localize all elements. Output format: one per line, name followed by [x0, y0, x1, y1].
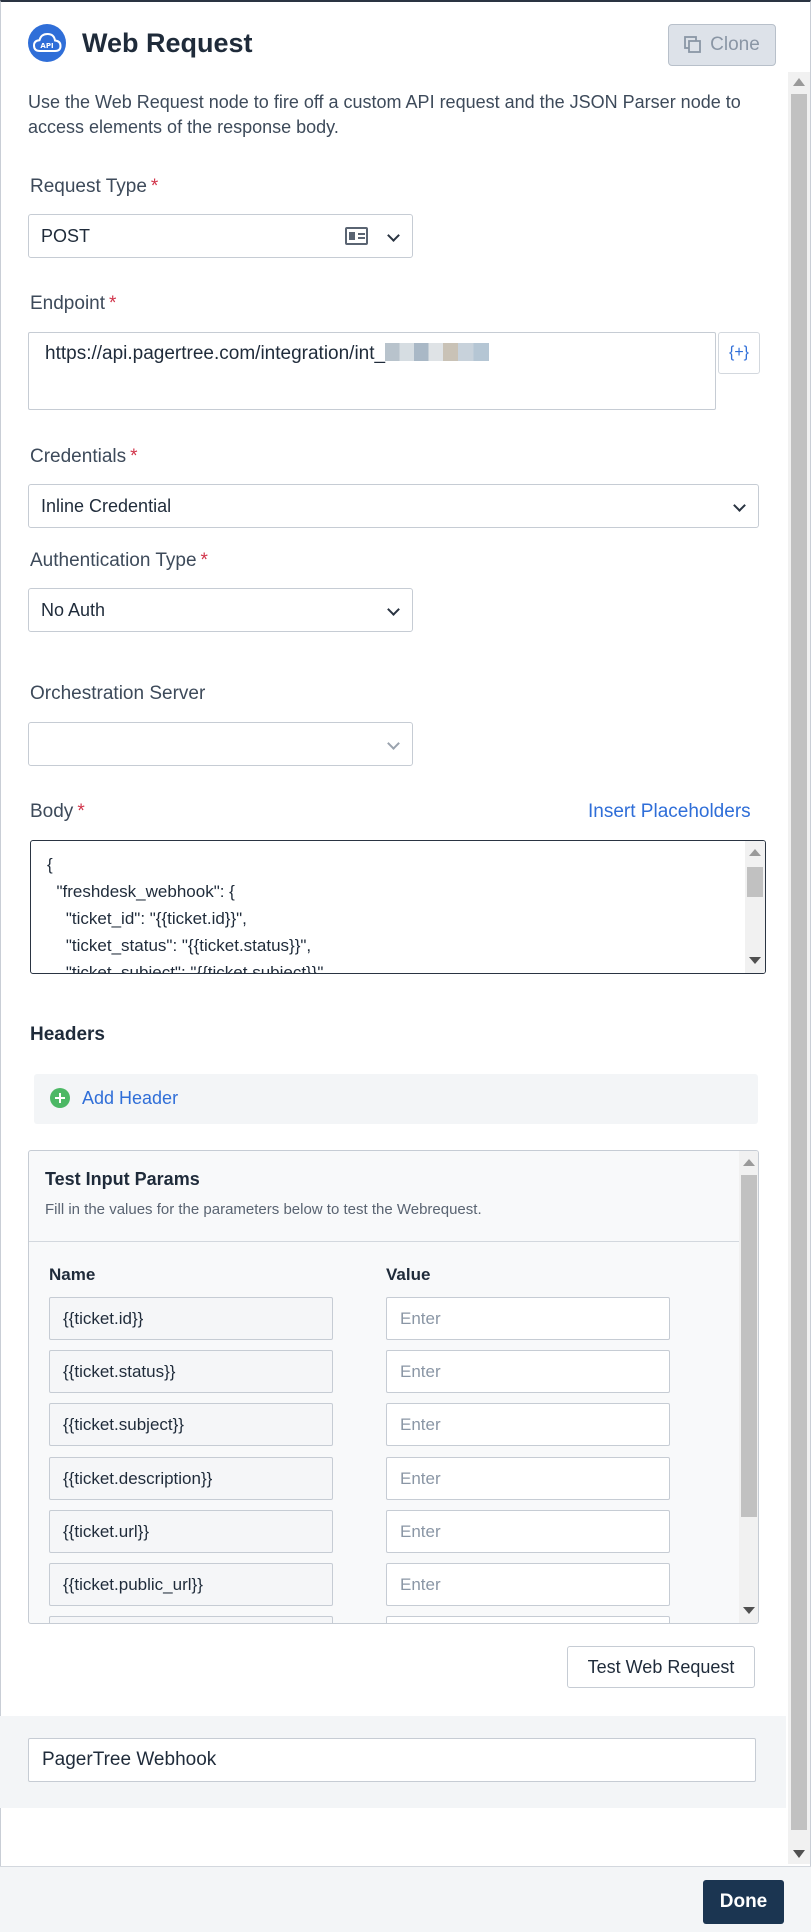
- chevron-down-icon: [387, 229, 400, 242]
- page-title: Web Request: [82, 28, 253, 58]
- test-params-scrollbar[interactable]: [739, 1151, 758, 1623]
- clone-label: Clone: [710, 34, 760, 55]
- credentials-value: Inline Credential: [41, 495, 172, 516]
- param-name-field: {{ticket.status}}: [49, 1350, 333, 1393]
- orchestration-server-select[interactable]: [28, 722, 413, 766]
- scrollbar-thumb[interactable]: [747, 867, 763, 897]
- scrollbar-thumb[interactable]: [741, 1175, 757, 1517]
- insert-placeholder-button[interactable]: {+}: [718, 332, 760, 374]
- id-card-icon: [345, 227, 368, 245]
- scroll-down-arrow[interactable]: [743, 1607, 755, 1614]
- param-name-field: {{ticket.id}}: [49, 1297, 333, 1340]
- param-value-input[interactable]: Enter: [386, 1350, 670, 1393]
- param-name-field: {{ticket.public_url}}: [49, 1563, 333, 1606]
- modal-footer: [0, 1866, 811, 1932]
- scroll-up-arrow[interactable]: [749, 849, 761, 856]
- orchestration-server-label: Orchestration Server: [30, 683, 206, 704]
- chevron-down-icon: [387, 603, 400, 616]
- param-name-field-partial: [49, 1616, 333, 1623]
- request-type-value: POST: [41, 225, 91, 246]
- copy-icon: [684, 36, 702, 53]
- add-circle-icon: [50, 1088, 70, 1108]
- endpoint-label: Endpoint *: [30, 293, 117, 314]
- param-value-input[interactable]: Enter: [386, 1510, 670, 1553]
- body-code: { "freshdesk_webhook": { "ticket_id": "{…: [47, 855, 329, 974]
- param-name-field: {{ticket.description}}: [49, 1457, 333, 1500]
- done-button[interactable]: Done: [703, 1880, 784, 1924]
- endpoint-value: https://api.pagertree.com/integration/in…: [45, 343, 386, 364]
- scroll-up-arrow[interactable]: [743, 1159, 755, 1166]
- credentials-label: Credentials *: [30, 446, 138, 467]
- clone-button[interactable]: Clone: [668, 24, 776, 66]
- headers-title: Headers: [30, 1024, 105, 1045]
- credentials-select[interactable]: Inline Credential: [28, 484, 759, 528]
- column-header-name: Name: [49, 1265, 96, 1284]
- chevron-down-icon: [733, 499, 746, 512]
- add-header-label: Add Header: [82, 1088, 179, 1108]
- param-name-field: {{ticket.url}}: [49, 1510, 333, 1553]
- param-value-input-partial[interactable]: [386, 1616, 670, 1623]
- body-editor[interactable]: { "freshdesk_webhook": { "ticket_id": "{…: [30, 840, 766, 974]
- param-value-input[interactable]: Enter: [386, 1297, 670, 1340]
- chevron-down-icon: [387, 737, 400, 750]
- test-params-description: Fill in the values for the parameters be…: [45, 1201, 482, 1218]
- insert-placeholders-link[interactable]: Insert Placeholders: [588, 801, 751, 823]
- test-input-params-panel: Test Input Params Fill in the values for…: [28, 1150, 759, 1624]
- auth-type-label: Authentication Type *: [30, 550, 208, 571]
- main-scrollbar[interactable]: [788, 72, 810, 1864]
- modal-header: API Web Request Clone: [0, 0, 811, 88]
- divider: [29, 1241, 741, 1242]
- request-type-label: Request Type *: [30, 176, 159, 197]
- endpoint-input[interactable]: https://api.pagertree.com/integration/in…: [28, 332, 716, 410]
- node-name-input[interactable]: PagerTree Webhook: [28, 1738, 756, 1782]
- scrollbar-thumb[interactable]: [791, 94, 807, 1830]
- auth-type-select[interactable]: No Auth: [28, 588, 413, 632]
- param-value-input[interactable]: Enter: [386, 1403, 670, 1446]
- auth-type-value: No Auth: [41, 599, 106, 620]
- scroll-up-arrow[interactable]: [793, 78, 805, 86]
- test-params-title: Test Input Params: [45, 1169, 200, 1189]
- body-label: Body *: [30, 801, 85, 822]
- request-type-select[interactable]: POST: [28, 214, 413, 258]
- scroll-down-arrow[interactable]: [793, 1850, 805, 1858]
- api-cloud-icon: API: [28, 24, 66, 62]
- scroll-down-arrow[interactable]: [749, 957, 761, 964]
- redacted-text: [385, 343, 490, 361]
- api-logo-text: API: [40, 42, 53, 50]
- param-value-input[interactable]: Enter: [386, 1457, 670, 1500]
- body-scrollbar[interactable]: [745, 841, 765, 973]
- node-description: Use the Web Request node to fire off a c…: [28, 92, 741, 137]
- add-header-button[interactable]: Add Header: [34, 1074, 758, 1124]
- param-value-input[interactable]: Enter: [386, 1563, 670, 1606]
- param-name-field: {{ticket.subject}}: [49, 1403, 333, 1446]
- column-header-value: Value: [386, 1265, 431, 1284]
- test-web-request-button[interactable]: Test Web Request: [567, 1646, 755, 1688]
